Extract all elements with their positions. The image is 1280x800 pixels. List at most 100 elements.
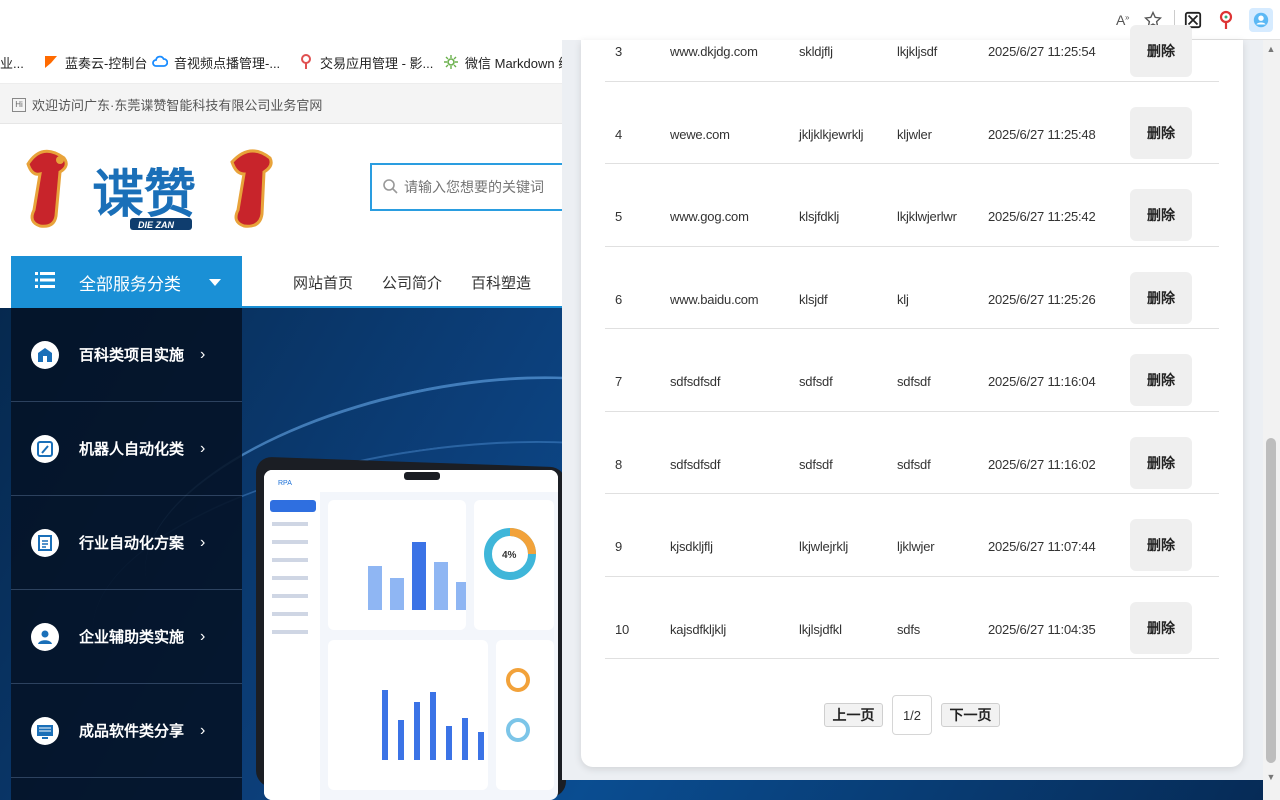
row-time: 2025/6/27 11:16:02 bbox=[988, 456, 1096, 472]
row-domain: www.gog.com bbox=[670, 209, 749, 224]
laptop-screen: RPA 4% bbox=[264, 470, 558, 800]
row-time: 2025/6/27 11:16:04 bbox=[988, 374, 1096, 389]
welcome-text: Hi 欢迎访问广东·东莞谍赞智能科技有限公司业务官网 bbox=[12, 95, 322, 114]
caret-down-icon bbox=[209, 278, 221, 286]
row-field-1: jkljklkjewrklj bbox=[799, 126, 864, 142]
row-domain: sdfsdfsdf bbox=[670, 456, 721, 472]
row-field-2: sdfsdf bbox=[897, 374, 931, 389]
menu-item-software[interactable]: 成品软件类分享 › bbox=[11, 684, 242, 778]
table-row: 8 sdfsdfsdf sdfsdf sdfsdf 2025/6/27 11:1… bbox=[605, 412, 1219, 494]
bookmark-vod[interactable]: 音视频点播管理-... bbox=[152, 52, 280, 72]
table-row: 4 wewe.com jkljklkjewrklj kljwler 2025/6… bbox=[605, 82, 1219, 164]
row-domain: wewe.com bbox=[670, 126, 730, 142]
menu-item-baike[interactable]: 百科类项目实施 › bbox=[11, 308, 242, 402]
logo-main-text: 谍赞 bbox=[92, 165, 196, 225]
row-field-1: sdfsdf bbox=[799, 374, 833, 389]
bookmark-lanzou[interactable]: 蓝奏云-控制台 bbox=[43, 52, 147, 72]
row-id: 3 bbox=[615, 44, 623, 59]
nav-about[interactable]: 公司简介 bbox=[382, 272, 442, 293]
row-domain: www.dkjdg.com bbox=[670, 44, 758, 59]
menu-item-robot[interactable]: 机器人自动化类 › bbox=[11, 402, 242, 496]
row-field-2: kljwler bbox=[897, 126, 932, 142]
welcome-label: 欢迎访问广东·东莞谍赞智能科技有限公司业务官网 bbox=[32, 98, 323, 113]
table-row: 3 www.dkjdg.com skldjflj lkjkljsdf 2025/… bbox=[605, 0, 1219, 82]
row-id: 10 bbox=[615, 621, 630, 637]
row-time: 2025/6/27 11:25:48 bbox=[988, 126, 1096, 142]
row-field-1: lkjwlejrklj bbox=[799, 539, 849, 554]
row-domain: www.baidu.com bbox=[670, 291, 759, 307]
delete-button[interactable]: 删除 bbox=[1130, 25, 1192, 77]
row-id: 6 bbox=[615, 291, 623, 307]
row-field-1: skldjflj bbox=[799, 44, 833, 59]
active-extension-icon[interactable] bbox=[1249, 8, 1273, 32]
chevron-right-icon: › bbox=[200, 439, 206, 457]
scroll-down-arrow-icon[interactable]: ▼ bbox=[1265, 772, 1277, 784]
pen-icon bbox=[31, 434, 59, 463]
cloud-icon bbox=[152, 54, 168, 70]
nav-baike[interactable]: 百科塑造 bbox=[471, 272, 531, 293]
nav-home[interactable]: 网站首页 bbox=[293, 272, 353, 293]
bookmark-item[interactable]: 业... bbox=[0, 52, 24, 72]
row-field-1: sdfsdf bbox=[799, 456, 833, 472]
all-services-label: 全部服务分类 bbox=[79, 274, 181, 294]
table-row: 10 kajsdfkljklj lkjlsjdfkl sdfs 2025/6/2… bbox=[605, 577, 1219, 659]
bookmark-label: 交易应用管理 - 影... bbox=[320, 55, 434, 71]
bookmark-label: 音视频点播管理-... bbox=[174, 55, 281, 71]
site-search-box[interactable] bbox=[370, 163, 590, 211]
document-icon bbox=[31, 528, 59, 557]
row-field-2: lkjkljsdf bbox=[897, 44, 938, 59]
delete-button[interactable]: 删除 bbox=[1130, 436, 1192, 489]
row-field-2: sdfsdf bbox=[897, 456, 931, 472]
row-time: 2025/6/27 11:07:44 bbox=[988, 539, 1096, 554]
pin-icon bbox=[298, 54, 314, 70]
row-field-2: sdfs bbox=[897, 621, 921, 637]
menu-item-label: 成品软件类分享 bbox=[79, 723, 185, 740]
delete-button[interactable]: 删除 bbox=[1130, 189, 1192, 241]
user-card-icon bbox=[31, 622, 59, 651]
sun-icon bbox=[443, 54, 459, 70]
all-services-menu-button[interactable]: 全部服务分类 bbox=[11, 256, 242, 308]
laptop-app-title: RPA bbox=[278, 480, 292, 487]
delete-button[interactable]: 删除 bbox=[1130, 601, 1192, 654]
row-field-2: ljklwjer bbox=[897, 539, 935, 554]
laptop-mockup-image: RPA 4% bbox=[256, 456, 576, 800]
next-page-button[interactable]: 下一页 bbox=[941, 703, 1000, 727]
menu-item-enterprise[interactable]: 企业辅助类实施 › bbox=[11, 590, 242, 684]
row-field-1: klsjfdklj bbox=[799, 209, 840, 224]
row-id: 5 bbox=[615, 209, 623, 224]
search-icon bbox=[382, 178, 398, 197]
row-domain: sdfsdfsdf bbox=[670, 374, 721, 389]
bookmark-trade[interactable]: 交易应用管理 - 影... bbox=[298, 52, 433, 72]
site-logo[interactable]: 谍赞 DIE ZAN bbox=[20, 144, 285, 236]
building-icon bbox=[31, 340, 59, 369]
delete-button[interactable]: 删除 bbox=[1130, 106, 1192, 159]
row-field-2: lkjklwjerlwr bbox=[897, 209, 957, 224]
prev-page-button[interactable]: 上一页 bbox=[824, 703, 883, 727]
menu-item-label: 百科类项目实施 bbox=[79, 347, 185, 364]
row-time: 2025/6/27 11:25:54 bbox=[988, 44, 1096, 59]
row-id: 8 bbox=[615, 456, 623, 472]
row-field-2: klj bbox=[897, 291, 909, 307]
row-field-1: lkjlsjdfkl bbox=[799, 621, 842, 637]
chevron-right-icon: › bbox=[200, 345, 206, 363]
row-domain: kjsdkljflj bbox=[670, 539, 713, 554]
bookmark-label: 业... bbox=[0, 55, 24, 71]
delete-button[interactable]: 删除 bbox=[1130, 354, 1192, 406]
scroll-up-arrow-icon[interactable]: ▲ bbox=[1265, 44, 1277, 56]
chevron-right-icon: › bbox=[200, 627, 206, 645]
table-row: 6 www.baidu.com klsjdf klj 2025/6/27 11:… bbox=[605, 247, 1219, 329]
row-field-1: klsjdf bbox=[799, 291, 828, 307]
popup-scrollbar-thumb[interactable] bbox=[1266, 438, 1276, 763]
menu-item-industry[interactable]: 行业自动化方案 › bbox=[11, 496, 242, 590]
row-time: 2025/6/27 11:04:35 bbox=[988, 621, 1096, 637]
menu-item-label: 行业自动化方案 bbox=[79, 535, 185, 552]
delete-button[interactable]: 删除 bbox=[1130, 519, 1192, 571]
search-input[interactable] bbox=[404, 179, 564, 195]
delete-button[interactable]: 删除 bbox=[1130, 271, 1192, 324]
row-id: 9 bbox=[615, 539, 623, 554]
menu-item-label: 企业辅助类实施 bbox=[79, 629, 185, 646]
chevron-right-icon: › bbox=[200, 721, 206, 739]
list-icon bbox=[35, 271, 55, 294]
page-indicator: 1/2 bbox=[892, 695, 932, 735]
menu-item-label: 机器人自动化类 bbox=[79, 441, 185, 458]
